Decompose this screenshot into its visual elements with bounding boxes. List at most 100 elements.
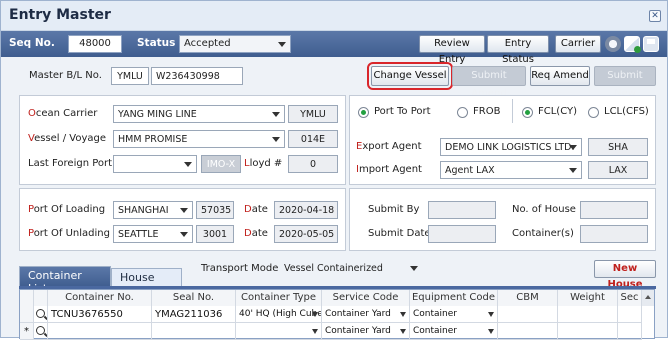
carrier-button[interactable]: Carrier [555,35,601,53]
search-icon [36,326,45,335]
grid-header-weight[interactable]: Weight [558,290,618,306]
vessel-voyage-label: Vessel / Voyage [28,133,107,144]
grid-header-sec[interactable]: Sec [618,290,642,306]
chevron-down-icon [184,162,192,167]
lcl-radio[interactable] [588,107,599,118]
imo-x-button[interactable]: IMO-X [201,155,241,173]
chevron-down-icon [400,312,406,317]
export-agent-code: SHA [588,138,648,156]
tab-house-list[interactable]: House List [111,268,182,297]
submit-amend-button[interactable]: Submit Amend [452,66,526,99]
unlading-date-field[interactable]: 2020-05-05 [274,225,338,243]
port-of-loading-code: 57035 [196,201,234,219]
submit-date-label: Submit Date [368,228,431,239]
submit-new-button[interactable]: Submit New [594,66,656,99]
change-vessel-button[interactable]: Change Vessel [367,62,453,90]
master-bl-label: Master B/L No. [29,70,102,81]
req-amend-button[interactable]: Req Amend [530,66,590,86]
port-of-unlading-label: Port Of Unlading [28,228,110,239]
table-cell-container-no[interactable] [48,323,152,340]
chevron-down-icon [569,145,577,150]
submit-by-label: Submit By [368,204,420,215]
review-entry-button[interactable]: Review Entry [419,35,485,65]
cancel-icon[interactable] [605,36,621,52]
chevron-down-icon [410,266,418,271]
submit-date-field [428,225,496,243]
master-bl-prefix-input[interactable]: YMLU [111,67,149,85]
transport-mode-select[interactable]: Vessel Containerized [280,260,422,278]
grid-header-cbm[interactable]: CBM [498,290,558,306]
row-marker: * [20,323,34,340]
transport-mode-value: Vessel Containerized [284,263,383,274]
vessel-value: HMM PROMISE [118,134,188,145]
table-cell-cbm[interactable] [498,323,558,340]
entry-status-button[interactable]: Entry Status [487,35,549,65]
row-search-button[interactable] [34,323,48,340]
grid-header-service-code[interactable]: Service Code [322,290,410,306]
export-agent-select[interactable]: DEMO LINK LOGISTICS LTD. [440,138,582,156]
import-agent-value: Agent LAX [445,165,495,176]
fcl-radio[interactable] [522,107,533,118]
port-of-unlading-value: SEATTLE [118,229,159,240]
last-foreign-port-select[interactable] [113,155,197,173]
table-cell-weight[interactable] [558,306,618,323]
grid-header-container-type[interactable]: Container Type [236,290,322,306]
entry-master-window: Entry Master ✕ Seq No. 48000 Status Acce… [0,0,668,340]
new-document-icon[interactable] [624,36,641,53]
port-to-port-label: Port To Port [374,106,431,117]
table-cell-sec[interactable] [618,306,642,323]
row-search-button[interactable] [34,306,48,323]
table-cell-sec[interactable] [618,323,642,340]
grid-header-equipment-code[interactable]: Equipment Code [410,290,498,306]
table-cell-service-code[interactable]: Container Yard [322,323,410,340]
port-to-port-radio[interactable] [358,107,369,118]
equipment-code-value: Container [413,309,457,319]
master-bl-number-input[interactable]: W236430998 [151,67,243,85]
status-select[interactable]: Accepted [179,35,291,53]
chevron-down-icon [400,329,406,334]
lloyd-field[interactable]: 0 [288,155,338,173]
table-cell-equipment-code[interactable]: Container [410,306,498,323]
table-cell-weight[interactable] [558,323,618,340]
frob-radio[interactable] [457,107,468,118]
port-of-unlading-select[interactable]: SEATTLE [113,225,193,243]
chevron-down-icon [180,232,188,237]
no-of-house-label: No. of House [512,204,576,215]
ocean-carrier-code: YMLU [288,105,338,123]
table-cell-service-code[interactable]: Container Yard [322,306,410,323]
table-cell-seal-no[interactable]: YMAG211036 [152,306,236,323]
table-cell-equipment-code[interactable]: Container [410,323,498,340]
service-code-value: Container Yard [325,326,391,336]
close-icon[interactable]: ✕ [649,10,661,22]
import-agent-select[interactable]: Agent LAX [440,161,582,179]
lloyd-label: Lloyd # [244,158,283,169]
table-cell-seal-no[interactable] [152,323,236,340]
ocean-carrier-label: Ocean Carrier [28,108,98,119]
scrollbar[interactable] [642,290,654,306]
table-cell-cbm[interactable] [498,306,558,323]
save-icon[interactable] [643,36,659,52]
ocean-carrier-select[interactable]: YANG MING LINE [113,105,285,123]
voyage-field[interactable]: 014E [288,130,338,148]
loading-date-field[interactable]: 2020-04-18 [274,201,338,219]
carrier-panel: Ocean Carrier YANG MING LINE YMLU Vessel… [19,95,346,185]
vessel-select[interactable]: HMM PROMISE [113,130,285,148]
containers-label: Container(s) [512,228,574,239]
grid-header-seal-no[interactable]: Seal No. [152,290,236,306]
seq-input[interactable]: 48000 [68,35,122,53]
chevron-down-icon [569,168,577,173]
table-cell-container-type[interactable] [236,323,322,340]
grid-header-container-no[interactable]: Container No. [48,290,152,306]
tab-container-list[interactable]: Container List [19,266,111,295]
table-cell-container-type[interactable]: 40' HQ (High Cube) [236,306,322,323]
submit-panel: Submit By No. of House Submit Date Conta… [349,188,656,251]
route-panel: Port To Port FROB FCL(CY) LCL(CFS) Expor… [349,95,656,185]
ports-panel: Port Of Loading SHANGHAI 57035 Date 2020… [19,188,346,251]
port-of-unlading-code: 3001 [196,225,234,243]
grid-header-marker [20,290,34,306]
new-house-button[interactable]: New House [594,260,656,290]
table-cell-container-no[interactable]: TCNU3676550 [48,306,152,323]
port-of-loading-select[interactable]: SHANGHAI [113,201,193,219]
grid-header-search [34,290,48,306]
containers-field [580,225,648,243]
